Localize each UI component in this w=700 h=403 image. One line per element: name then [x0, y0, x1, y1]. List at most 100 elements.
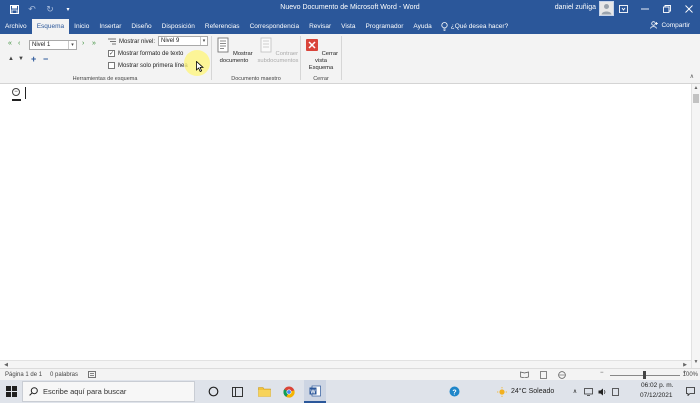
page-count[interactable]: Página 1 de 1	[5, 372, 42, 378]
show-first-line-option[interactable]: Mostrar solo primera línea	[108, 62, 188, 69]
show-level-value: Nivel 9	[161, 38, 180, 44]
show-document-button[interactable]: Mostrar documento	[214, 37, 254, 65]
close-outline-view-button[interactable]: Cerrar vista Esquema	[302, 37, 340, 72]
expand-icon[interactable]: +	[31, 54, 36, 64]
move-up-icon[interactable]: ▲	[8, 56, 14, 62]
tab-archivo[interactable]: Archivo	[0, 18, 32, 34]
show-document-icon	[217, 37, 229, 53]
read-mode-icon[interactable]	[520, 371, 529, 380]
ribbon-display-icon[interactable]	[612, 0, 634, 18]
outline-tools-label: Herramientas de esquema	[72, 76, 138, 82]
word-taskbar-icon[interactable]: W	[304, 380, 326, 403]
taskbar-search-placeholder: Escribe aquí para buscar	[43, 387, 127, 396]
search-icon	[29, 387, 38, 396]
demote-to-body-icon[interactable]: »	[92, 40, 96, 47]
vertical-scrollbar[interactable]: ▲ ▼	[691, 84, 700, 368]
tab-inicio[interactable]: Inicio	[69, 18, 94, 34]
widgets-icon[interactable]	[227, 380, 247, 403]
scroll-down-icon[interactable]: ▼	[692, 359, 700, 367]
tab-vista[interactable]: Vista	[336, 18, 360, 34]
scroll-thumb[interactable]	[693, 94, 699, 103]
collapse-bullet-icon[interactable]: −	[12, 88, 20, 96]
collapse-icon[interactable]: −	[43, 54, 48, 64]
proofing-icon[interactable]	[88, 371, 96, 380]
tab-correspondencia[interactable]: Correspondencia	[245, 18, 305, 34]
level-indicator	[12, 99, 21, 101]
show-level-row: Mostrar nivel:	[108, 38, 155, 45]
close-outline-icon	[305, 39, 318, 51]
share-button[interactable]: Compartir	[650, 21, 690, 29]
text-caret	[25, 87, 26, 99]
tell-me-box[interactable]: ¿Qué desea hacer?	[441, 18, 508, 34]
show-text-format-checkbox[interactable]: ✓	[108, 50, 115, 57]
zoom-out-icon[interactable]: −	[600, 370, 604, 376]
demote-icon[interactable]: ›	[82, 40, 84, 47]
chevron-down-icon[interactable]: ▾	[68, 41, 76, 49]
lightbulb-icon	[441, 21, 448, 31]
word-count[interactable]: 0 palabras	[50, 372, 78, 378]
tab-diseno[interactable]: Diseño	[126, 18, 156, 34]
language-icon[interactable]	[610, 380, 620, 403]
status-bar: Página 1 de 1 0 palabras − + 100%	[0, 368, 700, 380]
window-controls	[612, 0, 700, 18]
zoom-slider-thumb[interactable]	[643, 371, 646, 379]
show-level-label: Mostrar nivel:	[119, 38, 156, 45]
taskbar: Escribe aquí para buscar W ? 24°C Solead…	[0, 380, 700, 403]
scroll-up-icon[interactable]: ▲	[692, 85, 700, 93]
master-document-group: Mostrar documento Contraer subdocumentos…	[212, 34, 300, 84]
svg-text:W: W	[310, 389, 316, 395]
tab-programador[interactable]: Programador	[360, 18, 408, 34]
clock-date[interactable]: 07/12/2021	[640, 392, 673, 399]
share-person-icon	[650, 21, 659, 29]
horizontal-scrollbar[interactable]: ◀ ▶	[0, 360, 691, 368]
weather-sun-icon[interactable]	[495, 380, 509, 403]
undo-icon[interactable]: ↶	[24, 1, 40, 17]
help-icon[interactable]: ?	[444, 380, 464, 403]
tab-insertar[interactable]: Insertar	[94, 18, 126, 34]
move-down-icon[interactable]: ▼	[18, 56, 24, 62]
tab-disposicion[interactable]: Disposición	[157, 18, 200, 34]
promote-icon[interactable]: ‹	[18, 40, 20, 47]
tab-ayuda[interactable]: Ayuda	[408, 18, 436, 34]
close-group: Cerrar vista Esquema Cerrar	[301, 34, 341, 84]
tab-esquema[interactable]: Esquema	[31, 19, 70, 34]
collapse-ribbon-icon[interactable]: ∧	[690, 73, 694, 80]
customize-qat-icon[interactable]: ▾	[60, 1, 76, 17]
show-level-select[interactable]: Nivel 9 ▾	[158, 36, 208, 46]
weather-text[interactable]: 24°C Soleado	[511, 388, 554, 395]
tab-revisar[interactable]: Revisar	[304, 18, 336, 34]
tray-chevron-up-icon[interactable]: ∧	[570, 380, 580, 403]
network-icon[interactable]	[582, 380, 594, 403]
show-first-line-checkbox[interactable]	[108, 62, 115, 69]
volume-icon[interactable]	[596, 380, 608, 403]
quick-access-toolbar: ↶ ↻ ▾	[0, 0, 76, 18]
windows-start-icon[interactable]	[0, 380, 22, 403]
outline-level-select[interactable]: Nivel 1 ▾	[29, 40, 77, 50]
document-area[interactable]: − ▲ ▼	[0, 84, 700, 368]
zoom-level[interactable]: 100%	[683, 372, 698, 378]
notifications-icon[interactable]	[683, 380, 697, 403]
save-icon[interactable]	[6, 1, 22, 17]
user-name[interactable]: daniel zuñiga	[555, 4, 596, 11]
redo-icon[interactable]: ↻	[42, 1, 58, 17]
outline-level-value: Nivel 1	[32, 42, 51, 48]
taskbar-search-box[interactable]: Escribe aquí para buscar	[22, 381, 195, 402]
master-document-label: Documento maestro	[231, 76, 281, 82]
promote-to-heading1-icon[interactable]: «	[8, 40, 12, 47]
collapse-subdocuments-button[interactable]: Contraer subdocumentos	[256, 37, 300, 65]
svg-text:?: ?	[452, 389, 456, 396]
chevron-down-icon[interactable]: ▾	[200, 37, 207, 45]
show-first-line-label: Mostrar solo primera línea	[118, 62, 188, 69]
mouse-pointer-icon	[196, 61, 204, 72]
ribbon-tabs: Archivo Esquema Inicio Insertar Diseño D…	[0, 18, 700, 34]
file-explorer-icon[interactable]	[253, 380, 275, 403]
minimize-icon[interactable]	[634, 0, 656, 18]
close-group-label: Cerrar	[313, 76, 329, 82]
task-view-icon[interactable]	[203, 380, 223, 403]
show-text-format-option[interactable]: ✓ Mostrar formato de texto	[108, 50, 183, 57]
close-icon[interactable]	[678, 0, 700, 18]
chrome-icon[interactable]	[278, 380, 300, 403]
tab-referencias[interactable]: Referencias	[200, 18, 245, 34]
clock-time[interactable]: 06:02 p. m.	[641, 382, 674, 389]
restore-icon[interactable]	[656, 0, 678, 18]
